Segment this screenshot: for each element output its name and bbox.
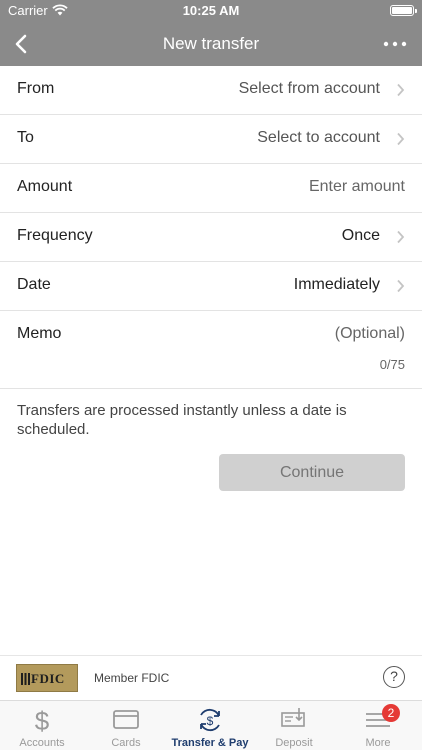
fdic-logo-text: FDIC [31,671,65,686]
tab-label: Transfer & Pay [171,737,249,749]
svg-text:$: $ [35,706,50,734]
fdic-bar: FDIC Member FDIC ? [0,655,422,700]
transfer-pay-icon: $ [200,708,220,732]
frequency-label: Frequency [17,227,93,244]
frequency-value: Once [341,227,380,244]
tab-label: Deposit [275,737,313,749]
svg-text:$: $ [207,714,214,728]
page-title: New transfer [162,34,260,53]
tab-more[interactable]: 2 More [336,701,420,750]
help-icon[interactable]: ? [383,666,405,688]
member-fdic-text: Member FDIC [94,671,170,685]
tab-cards[interactable]: Cards [84,701,168,750]
tab-label: Accounts [19,737,65,749]
memo-input[interactable]: (Optional) [335,325,405,343]
chevron-right-icon [397,230,405,244]
tab-accounts[interactable]: $ Accounts [0,701,84,750]
clock: 10:25 AM [182,3,240,18]
tab-label: Cards [111,737,141,749]
battery-icon [390,5,417,16]
from-account-value: Select from account [238,80,380,97]
from-account-row[interactable]: From Select from account [0,66,422,115]
nav-bar: New transfer [0,22,422,66]
memo-label: Memo [17,325,62,342]
date-label: Date [17,276,51,293]
amount-label: Amount [17,178,73,195]
tab-label: More [365,737,391,749]
fdic-logo: FDIC [16,664,78,692]
tab-bar: $ Accounts Cards $ Transfer & Pay Deposi… [0,700,422,750]
info-text: Transfers are processed instantly unless… [17,402,347,438]
to-account-value: Select to account [257,129,380,146]
date-row[interactable]: Date Immediately [0,262,422,311]
to-account-row[interactable]: To Select to account [0,115,422,164]
more-options-icon[interactable] [382,32,408,56]
to-label: To [17,129,34,146]
chevron-right-icon [397,132,405,146]
transfer-form: From Select from account To Select to ac… [0,66,422,389]
check-deposit-icon [281,708,305,727]
amount-input[interactable]: Enter amount [309,178,405,196]
card-icon [113,710,139,729]
memo-char-counter: 0/75 [379,357,405,372]
date-value: Immediately [293,276,380,293]
dollar-icon: $ [35,706,50,734]
continue-button[interactable]: Continue [219,454,405,491]
tab-deposit[interactable]: Deposit [252,701,336,750]
frequency-row[interactable]: Frequency Once [0,213,422,262]
fdic-stripes-icon [21,673,30,685]
from-label: From [17,80,55,97]
status-bar: Carrier 10:25 AM [0,0,422,22]
memo-row[interactable]: Memo (Optional) 0/75 [0,311,422,389]
amount-row[interactable]: Amount Enter amount [0,164,422,213]
chevron-right-icon [397,83,405,97]
notification-badge: 2 [382,704,400,722]
tab-transfer-pay[interactable]: $ Transfer & Pay [168,701,252,750]
chevron-right-icon [397,279,405,293]
